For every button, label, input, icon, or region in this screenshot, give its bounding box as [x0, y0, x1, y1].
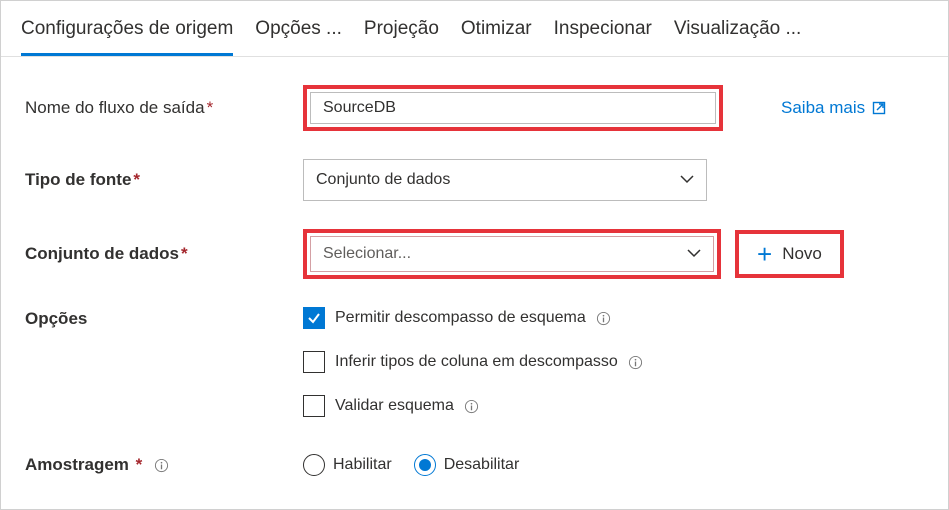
info-icon[interactable] — [596, 310, 612, 326]
plus-icon: + — [757, 241, 772, 267]
info-icon[interactable] — [153, 458, 169, 474]
label-source-type: Tipo de fonte* — [25, 170, 303, 190]
tab-preview[interactable]: Visualização ... — [674, 1, 801, 56]
form-body: Nome do fluxo de saída* Saiba mais — [1, 57, 948, 505]
label-options-text: Opções — [25, 309, 87, 328]
option-infer-drifted-types-label: Inferir tipos de coluna em descompasso — [335, 353, 618, 371]
tab-bar: Configurações de origem Opções ... Proje… — [1, 1, 948, 57]
row-source-type: Tipo de fonte* Conjunto de dados — [25, 159, 928, 201]
radio-enable[interactable] — [303, 454, 325, 476]
highlight-new-button: + Novo — [735, 230, 844, 278]
row-options: Opções Permitir descompasso de esquema I… — [25, 307, 928, 417]
radio-disable[interactable] — [414, 454, 436, 476]
tab-optimize[interactable]: Otimizar — [461, 1, 532, 56]
required-marker: * — [181, 244, 188, 263]
option-validate-schema[interactable]: Validar esquema — [303, 395, 644, 417]
tab-projection[interactable]: Projeção — [364, 1, 439, 56]
sampling-disable-label: Desabilitar — [444, 456, 520, 474]
option-allow-schema-drift[interactable]: Permitir descompasso de esquema — [303, 307, 644, 329]
label-output-stream-text: Nome do fluxo de saída — [25, 98, 205, 117]
highlight-dataset: Selecionar... — [303, 229, 721, 279]
sampling-enable[interactable]: Habilitar — [303, 454, 392, 476]
chevron-down-icon — [687, 247, 701, 261]
source-type-select[interactable]: Conjunto de dados — [303, 159, 707, 201]
option-infer-drifted-types[interactable]: Inferir tipos de coluna em descompasso — [303, 351, 644, 373]
label-dataset-text: Conjunto de dados — [25, 244, 179, 263]
field-options: Permitir descompasso de esquema Inferir … — [303, 307, 644, 417]
row-dataset: Conjunto de dados* Selecionar... + Novo — [25, 229, 928, 279]
info-icon[interactable] — [464, 398, 480, 414]
output-stream-input[interactable] — [310, 92, 716, 124]
checkbox-infer-drifted-types[interactable] — [303, 351, 325, 373]
checkbox-allow-schema-drift[interactable] — [303, 307, 325, 329]
field-output-stream: Saiba mais — [303, 85, 887, 131]
row-output-stream: Nome do fluxo de saída* Saiba mais — [25, 85, 928, 131]
new-button-text: Novo — [782, 244, 822, 264]
chevron-down-icon — [680, 173, 694, 187]
label-dataset: Conjunto de dados* — [25, 244, 303, 264]
checkbox-validate-schema[interactable] — [303, 395, 325, 417]
field-sampling: Habilitar Desabilitar — [303, 454, 519, 476]
external-link-icon — [871, 100, 887, 116]
learn-more-link[interactable]: Saiba mais — [781, 98, 887, 118]
dataset-placeholder: Selecionar... — [323, 245, 411, 263]
label-sampling-text: Amostragem — [25, 455, 129, 474]
required-marker: * — [207, 98, 214, 117]
new-dataset-button[interactable]: + Novo — [757, 241, 822, 267]
label-output-stream: Nome do fluxo de saída* — [25, 98, 303, 118]
row-sampling: Amostragem * Habilitar Desabilitar — [25, 445, 928, 485]
dataset-select[interactable]: Selecionar... — [310, 236, 714, 272]
sampling-enable-label: Habilitar — [333, 456, 392, 474]
required-marker: * — [133, 170, 140, 189]
tab-source-settings[interactable]: Configurações de origem — [21, 1, 233, 56]
sampling-disable[interactable]: Desabilitar — [414, 454, 520, 476]
field-source-type: Conjunto de dados — [303, 159, 707, 201]
learn-more-text: Saiba mais — [781, 98, 865, 118]
label-source-type-text: Tipo de fonte — [25, 170, 131, 189]
option-validate-schema-label: Validar esquema — [335, 397, 454, 415]
info-icon[interactable] — [628, 354, 644, 370]
option-allow-schema-drift-label: Permitir descompasso de esquema — [335, 309, 586, 327]
field-dataset: Selecionar... + Novo — [303, 229, 844, 279]
tab-options[interactable]: Opções ... — [255, 1, 342, 56]
required-marker: * — [131, 455, 142, 474]
tab-inspect[interactable]: Inspecionar — [554, 1, 652, 56]
highlight-output-stream — [303, 85, 723, 131]
source-type-value: Conjunto de dados — [316, 171, 450, 189]
label-options: Opções — [25, 307, 303, 329]
label-sampling: Amostragem * — [25, 455, 303, 475]
